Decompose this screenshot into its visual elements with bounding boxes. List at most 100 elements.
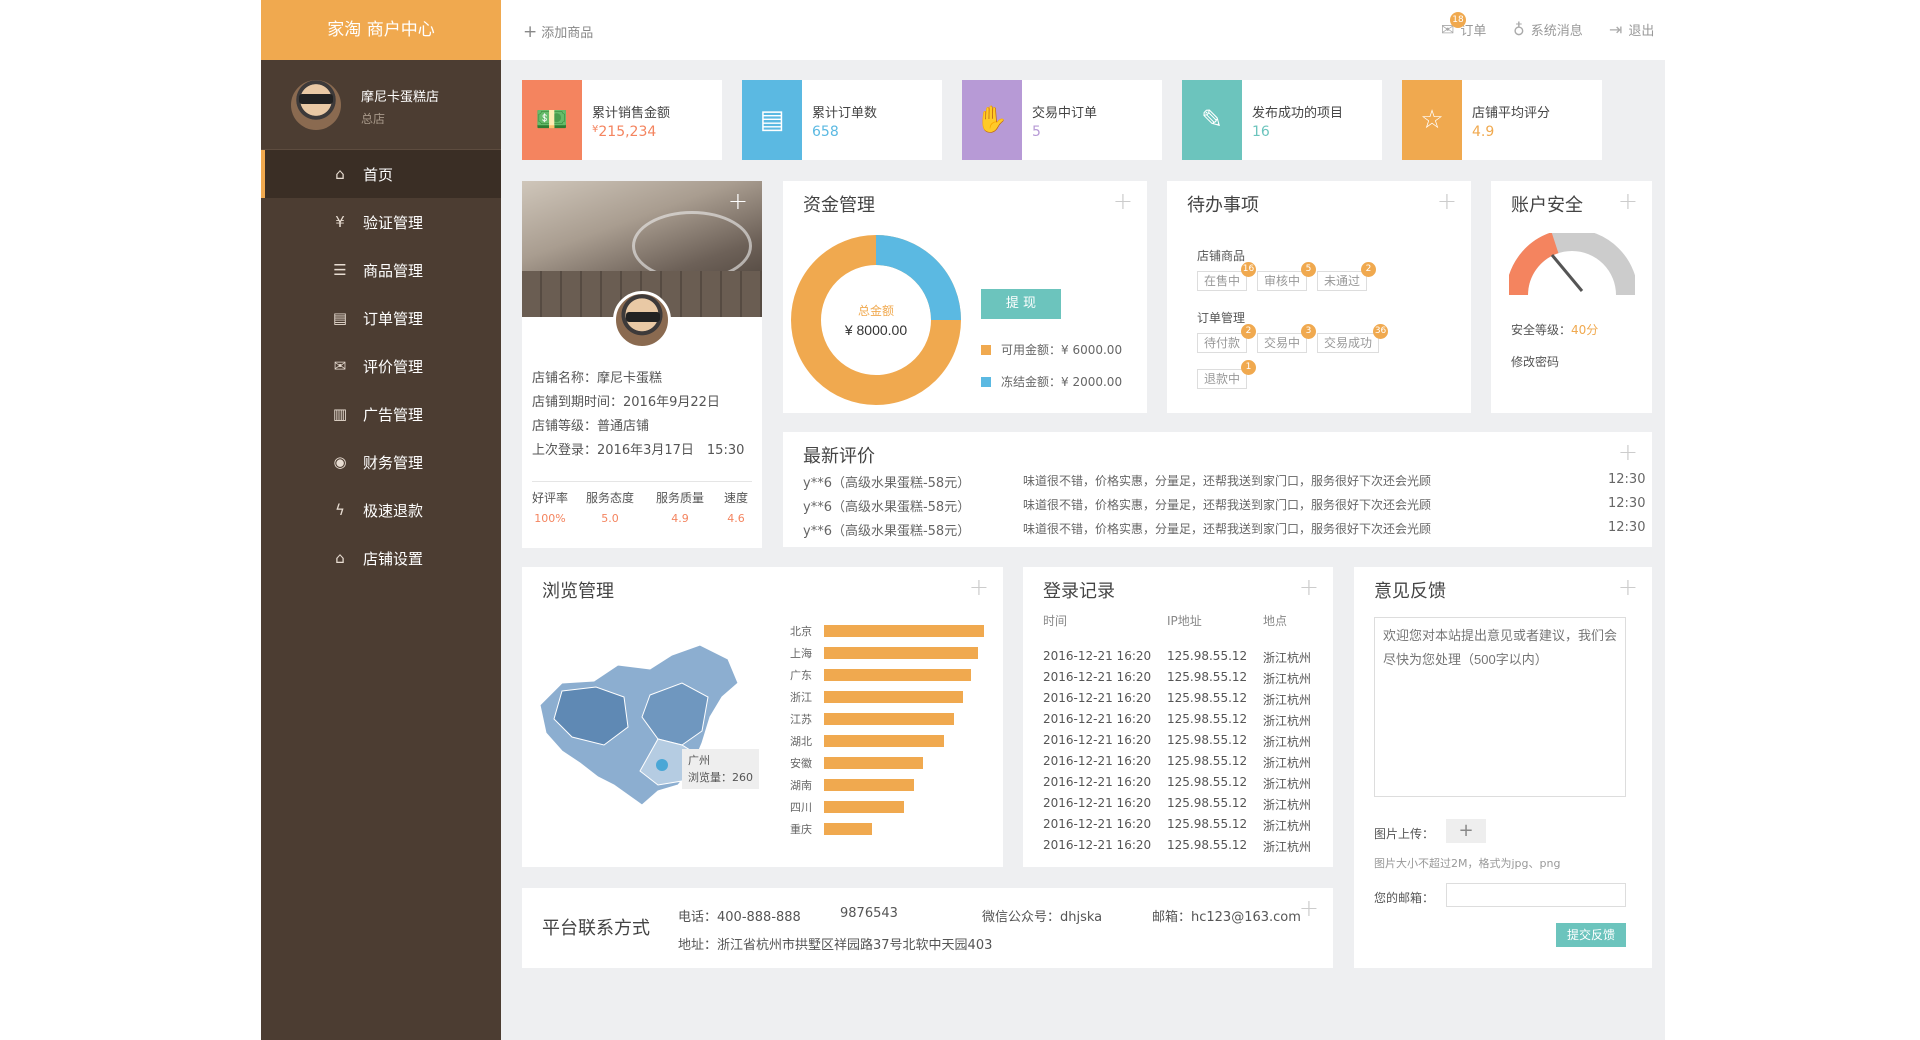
tag-todo-goods-0[interactable]: 在售中 16 <box>1197 262 1257 291</box>
sidebar-item-1[interactable]: ¥ 验证管理 <box>261 198 501 246</box>
sidebar-item-2[interactable]: ☰ 商品管理 <box>261 246 501 294</box>
metric-0: 好评率 100% <box>532 489 568 525</box>
sidebar-item-4[interactable]: ✉ 评价管理 <box>261 342 501 390</box>
todo-goods-tags: 在售中 16 审核中 5 未通过 2 <box>1197 262 1377 291</box>
contact-expand-icon[interactable]: + <box>1299 894 1319 922</box>
tag-refunding[interactable]: 退款中 1 <box>1197 360 1257 389</box>
tag-label: 交易成功 <box>1324 336 1373 350</box>
contact-address: 地址：浙江省杭州市拱墅区祥园路37号北软中天园403 <box>678 938 993 953</box>
change-password-link[interactable]: 修改密码 <box>1511 353 1559 370</box>
bar-四川 <box>824 801 904 813</box>
sidebar-item-label: 验证管理 <box>363 213 424 232</box>
upload-hint: 图片大小不超过2M，格式为jpg、png <box>1374 857 1561 870</box>
bar-北京 <box>824 625 984 637</box>
last-login: 上次登录：2016年3月17日 15:30 <box>532 443 745 458</box>
profile-avatar <box>613 291 671 349</box>
orders-link[interactable]: ✉ 18 订单 <box>1441 12 1486 39</box>
login-time: 2016-12-21 16:20 <box>1043 670 1152 684</box>
login-ip: 125.98.55.12 <box>1167 649 1248 663</box>
security-title: 账户安全 <box>1511 195 1583 216</box>
store-name: 店铺名称：摩尼卡蛋糕 <box>532 371 663 386</box>
tag-badge: 5 <box>1301 262 1317 277</box>
stat-card-4[interactable]: ☆ 店铺平均评分 4.9 <box>1402 80 1602 160</box>
tag-todo-orders-2[interactable]: 交易成功 36 <box>1317 324 1389 353</box>
topbar: + 添加商品 ✉ 18 订单 ♁ 系统消息 ⇥ 退出 <box>501 0 1665 60</box>
security-gauge <box>1509 233 1635 296</box>
browse-expand-icon[interactable]: + <box>969 573 989 601</box>
security-expand-icon[interactable]: + <box>1618 187 1638 215</box>
sidebar-item-7[interactable]: ϟ 极速退款 <box>261 486 501 534</box>
review-text: 味道很不错，价格实惠，分量足，还帮我送到家门口，服务很好下次还会光顾 <box>1023 522 1432 536</box>
sidebar-item-label: 财务管理 <box>363 453 424 472</box>
todo-expand-icon[interactable]: + <box>1437 187 1457 215</box>
coins-icon: ◉ <box>333 453 347 471</box>
login-expand-icon[interactable]: + <box>1299 573 1319 601</box>
add-product-label: 添加商品 <box>541 26 594 41</box>
bar-label: 浙江 <box>790 691 812 704</box>
review-user: y**6（高级水果蛋糕-58元） <box>803 500 971 515</box>
reviews-expand-icon[interactable]: + <box>1618 438 1638 466</box>
withdraw-button[interactable]: 提 现 <box>981 289 1061 319</box>
email-input[interactable] <box>1446 883 1626 907</box>
sidebar-item-6[interactable]: ◉ 财务管理 <box>261 438 501 486</box>
tag-todo-orders-1[interactable]: 交易中 3 <box>1257 324 1317 353</box>
login-card: 登录记录 + 时间 IP地址 地点 2016-12-21 16:20 125.98… <box>1023 567 1333 867</box>
upload-button[interactable]: + <box>1446 819 1486 843</box>
bar-重庆 <box>824 823 872 835</box>
login-location: 浙江杭州 <box>1263 714 1312 728</box>
store-level: 店铺等级：普通店铺 <box>532 419 650 434</box>
tag-label: 未通过 <box>1324 274 1361 288</box>
sidebar-item-3[interactable]: ▤ 订单管理 <box>261 294 501 342</box>
bar-row: 北京 <box>790 621 990 643</box>
sidebar-item-0[interactable]: ⌂ 首页 <box>261 150 501 198</box>
funds-donut: 总金额 ¥ 8000.00 <box>791 235 961 405</box>
money-icon: 💵 <box>522 80 582 160</box>
bell-icon: ♁ <box>1513 20 1525 39</box>
messages-link[interactable]: ♁ 系统消息 <box>1513 20 1583 39</box>
list-icon: ☰ <box>333 261 347 279</box>
stat-card-2[interactable]: ✋ 交易中订单 5 <box>962 80 1162 160</box>
submit-feedback-button[interactable]: 提交反馈 <box>1556 923 1626 947</box>
sidebar-item-label: 订单管理 <box>363 309 424 328</box>
star-icon: ☆ <box>1402 80 1462 160</box>
security-level-value: 40分 <box>1571 323 1599 337</box>
todo-goods-label: 店铺商品 <box>1197 249 1246 263</box>
metric-value: 4.9 <box>671 512 689 525</box>
feedback-expand-icon[interactable]: + <box>1618 573 1638 601</box>
tag-todo-orders-0[interactable]: 待付款 2 <box>1197 324 1257 353</box>
sidebar-item-8[interactable]: ⌂ 店铺设置 <box>261 534 501 582</box>
stat-card-0[interactable]: 💵 累计销售金额 ¥215,234 <box>522 80 722 160</box>
bar-label: 北京 <box>790 625 812 638</box>
map-marker-icon[interactable] <box>656 759 668 771</box>
map-tooltip: 广州 浏览量：260 <box>682 749 759 789</box>
login-ip: 125.98.55.12 <box>1167 775 1248 789</box>
sidebar-nav: ⌂ 首页 ¥ 验证管理 ☰ 商品管理 ▤ 订单管理 ✉ 评价管理 ▥ 广告管理 ◉ 财务管理 ϟ 极速退款 ⌂ 店… <box>261 150 501 582</box>
add-product-link[interactable]: + 添加商品 <box>523 22 593 42</box>
todo-orders-tags: 待付款 2 交易中 3 交易成功 36 <box>1197 324 1389 353</box>
frozen-text: 冻结金额：¥ 2000.00 <box>1001 375 1123 389</box>
gauge-needle <box>1550 254 1584 292</box>
tag-badge: 2 <box>1361 262 1377 277</box>
metric-value: 5.0 <box>601 512 619 525</box>
stat-value: ¥215,234 <box>592 124 656 140</box>
funds-expand-icon[interactable]: + <box>1113 187 1133 215</box>
tag-todo-goods-2[interactable]: 未通过 2 <box>1317 262 1377 291</box>
main-content: + 添加商品 ✉ 18 订单 ♁ 系统消息 ⇥ 退出 💵 累计销售金额 ¥215,234… <box>501 0 1665 1040</box>
bar-安徽 <box>824 757 923 769</box>
feedback-textarea[interactable] <box>1374 617 1626 797</box>
stat-card-1[interactable]: ▤ 累计订单数 658 <box>742 80 942 160</box>
gauge-fill <box>1509 233 1559 296</box>
bar-label: 江苏 <box>790 713 812 726</box>
home-icon: ⌂ <box>335 165 345 183</box>
sidebar-item-5[interactable]: ▥ 广告管理 <box>261 390 501 438</box>
tag-label: 在售中 <box>1204 274 1241 288</box>
stat-card-3[interactable]: ✎ 发布成功的项目 16 <box>1182 80 1382 160</box>
stat-value: 16 <box>1252 124 1270 140</box>
tag-todo-goods-1[interactable]: 审核中 5 <box>1257 262 1317 291</box>
bar-row: 安徽 <box>790 753 990 775</box>
logout-icon: ⇥ <box>1609 20 1623 39</box>
profile-expand-icon[interactable]: + <box>728 187 748 215</box>
logout-link[interactable]: ⇥ 退出 <box>1609 20 1654 39</box>
bar-湖北 <box>824 735 944 747</box>
bar-label: 湖南 <box>790 779 812 792</box>
